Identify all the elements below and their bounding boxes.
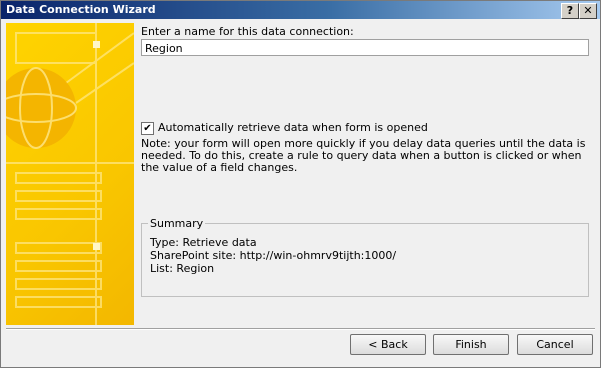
wizard-banner-image — [6, 23, 134, 325]
summary-title: Summary — [148, 217, 206, 230]
summary-list: List: Region — [150, 262, 215, 275]
back-button[interactable]: < Back — [350, 334, 426, 355]
summary-group: Summary Type: Retrieve data SharePoint s… — [141, 217, 589, 297]
summary-site: SharePoint site: http://win-ohmrv9tijth:… — [150, 249, 397, 262]
name-prompt-label: Enter a name for this data connection: — [141, 25, 354, 38]
cancel-button[interactable]: Cancel — [517, 334, 593, 355]
summary-type: Type: Retrieve data — [150, 236, 257, 249]
data-connection-wizard-window: Data Connection Wizard ? ✕ Enter a name … — [0, 0, 601, 368]
banner-graphic — [6, 23, 134, 325]
check-icon: ✔ — [143, 123, 152, 134]
window-title: Data Connection Wizard — [6, 3, 156, 16]
title-bar: Data Connection Wizard ? ✕ — [1, 1, 600, 19]
footer-separator — [6, 328, 595, 330]
close-button[interactable]: ✕ — [579, 3, 597, 19]
auto-retrieve-checkbox[interactable]: ✔ — [141, 122, 154, 135]
connection-name-input[interactable]: Region — [141, 39, 589, 56]
help-button[interactable]: ? — [561, 3, 579, 19]
auto-retrieve-label[interactable]: Automatically retrieve data when form is… — [158, 121, 428, 134]
finish-button[interactable]: Finish — [433, 334, 509, 355]
performance-note: Note: your form will open more quickly i… — [141, 137, 586, 174]
